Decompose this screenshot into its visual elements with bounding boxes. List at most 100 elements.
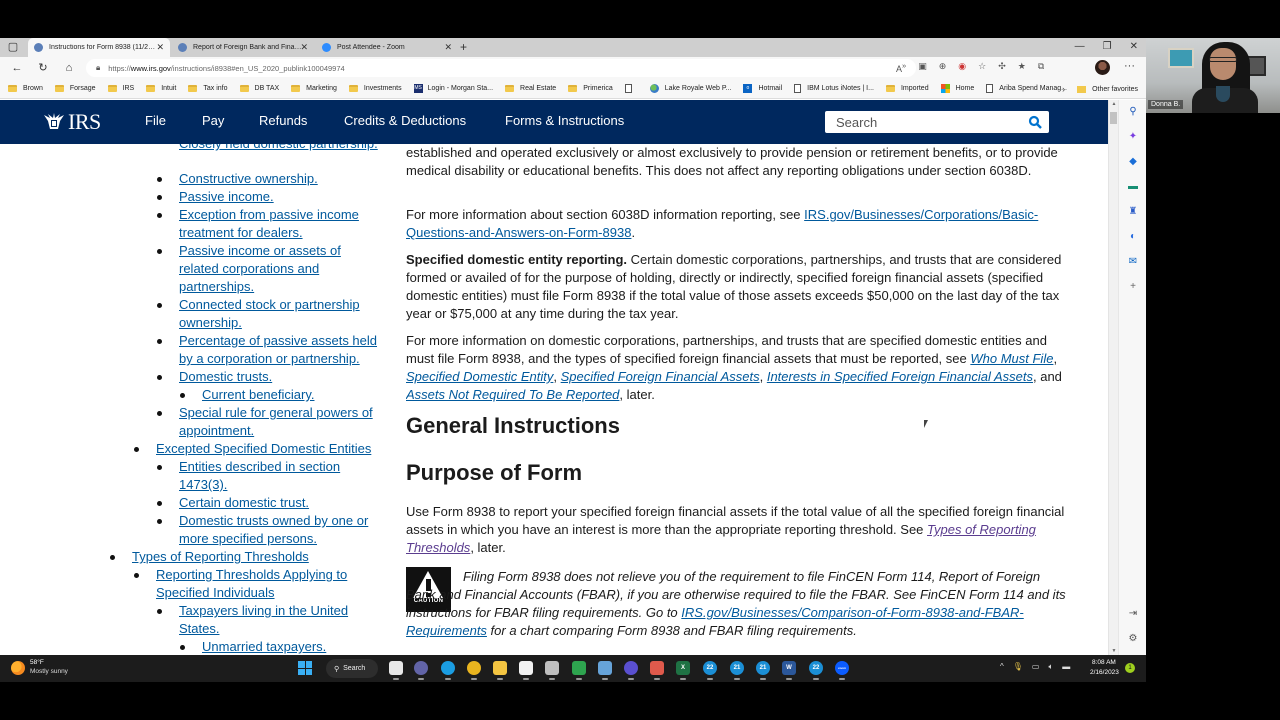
- read-aloud-icon[interactable]: A»: [896, 61, 906, 74]
- nav-forms-instructions[interactable]: Forms & Instructions: [505, 113, 624, 128]
- toc-link[interactable]: Taxpayers living in the United States.: [179, 602, 379, 638]
- bookmark-item[interactable]: Tax info: [188, 85, 228, 92]
- url-field[interactable]: 🔒︎ https://www.irs.gov/instructions/i893…: [86, 59, 916, 77]
- link-specified-foreign-financial-assets[interactable]: Specified Foreign Financial Assets: [561, 369, 760, 384]
- minimize-icon[interactable]: —: [1075, 41, 1085, 52]
- close-tab-icon[interactable]: ✕: [156, 42, 164, 53]
- irs-search-input[interactable]: Search: [825, 111, 1049, 133]
- bookmark-item[interactable]: Intuit: [146, 85, 176, 92]
- restore-icon[interactable]: ❐: [1103, 41, 1112, 52]
- taskbar-app-21-b-icon[interactable]: 21: [756, 661, 770, 680]
- nav-refunds[interactable]: Refunds: [259, 113, 307, 128]
- toc-link[interactable]: Types of Reporting Thresholds: [132, 548, 372, 566]
- taskbar-zoom-icon[interactable]: zoom: [835, 661, 849, 680]
- taskbar-green-app-icon[interactable]: [572, 661, 586, 680]
- home-icon[interactable]: ⌂: [62, 61, 76, 75]
- shopping-tag-icon[interactable]: ◆: [1127, 156, 1139, 168]
- bookmark-item[interactable]: Imported: [885, 85, 929, 92]
- add-sidebar-app-icon[interactable]: +: [1127, 281, 1139, 293]
- bookmark-item[interactable]: Investments: [348, 85, 402, 92]
- office-icon[interactable]: ◐: [1127, 231, 1139, 243]
- bookmark-item[interactable]: [624, 84, 638, 93]
- battery-icon[interactable]: ▬: [1062, 662, 1070, 672]
- bookmark-item[interactable]: MS Login - Morgan Sta...: [413, 84, 493, 93]
- page-scrollbar[interactable]: ▲ ▼: [1108, 100, 1118, 655]
- scrollbar-thumb[interactable]: [1110, 112, 1117, 124]
- tracking-prevention-icon[interactable]: ◉: [958, 61, 966, 74]
- toc-link[interactable]: Entities described in section 1473(3).: [179, 458, 379, 494]
- add-favorite-icon[interactable]: ☆: [978, 61, 986, 74]
- toc-link[interactable]: Current beneficiary.: [202, 386, 382, 404]
- taskbar-edge-icon[interactable]: [441, 661, 455, 680]
- scroll-down-icon[interactable]: ▼: [1110, 648, 1118, 654]
- zoom-icon[interactable]: ⊕: [939, 61, 947, 74]
- bookmark-item[interactable]: o Hotmail: [743, 84, 782, 93]
- bookmark-item[interactable]: DB TAX: [239, 85, 279, 92]
- taskbar-app-21-a-icon[interactable]: 21: [730, 661, 744, 680]
- link-specified-domestic-entity[interactable]: Specified Domestic Entity: [406, 369, 553, 384]
- taskbar-file-explorer-icon[interactable]: [493, 661, 507, 680]
- collections-icon[interactable]: ⧉: [1038, 61, 1044, 74]
- toc-link[interactable]: Passive income or assets of related corp…: [179, 242, 379, 296]
- close-window-icon[interactable]: ✕: [1130, 41, 1138, 52]
- tab-zoom[interactable]: Post Attendee - Zoom ✕: [316, 38, 458, 57]
- toc-link[interactable]: Constructive ownership.: [179, 170, 379, 188]
- irs-logo[interactable]: IRS: [42, 109, 101, 135]
- clock-time[interactable]: 8:08 AM: [1092, 659, 1116, 666]
- sidebar-search-icon[interactable]: ⚲: [1127, 106, 1139, 118]
- taskbar-search[interactable]: ⚲ Search: [326, 659, 378, 678]
- link-who-must-file[interactable]: Who Must File: [970, 351, 1053, 366]
- nav-pay[interactable]: Pay: [202, 113, 224, 128]
- taskbar-task-view-icon[interactable]: [389, 661, 403, 680]
- other-favorites[interactable]: › Other favorites: [1062, 79, 1138, 99]
- taskbar-scanner-app-icon[interactable]: [598, 661, 612, 680]
- outlook-icon[interactable]: ✉: [1127, 256, 1139, 268]
- taskbar-printer-app-icon[interactable]: [545, 661, 559, 680]
- copilot-sparkle-icon[interactable]: ✦: [1127, 131, 1139, 143]
- back-icon[interactable]: ←: [10, 61, 24, 75]
- notification-badge[interactable]: 1: [1125, 663, 1135, 673]
- toc-link[interactable]: Certain domestic trust.: [179, 494, 379, 512]
- lock-icon[interactable]: 🔒︎: [96, 63, 100, 73]
- nav-file[interactable]: File: [145, 113, 166, 128]
- taskbar-app-22-b-icon[interactable]: 22: [809, 661, 823, 680]
- nav-credits-deductions[interactable]: Credits & Deductions: [344, 113, 466, 128]
- search-icon[interactable]: [1028, 115, 1042, 129]
- toc-link[interactable]: Percentage of passive assets held by a c…: [179, 332, 379, 368]
- immersive-reader-icon[interactable]: ▣: [918, 61, 927, 74]
- toc-link[interactable]: Excepted Specified Domestic Entities: [156, 440, 376, 458]
- bookmark-item[interactable]: Forsage: [54, 85, 96, 92]
- tab-actions-icon[interactable]: ▢: [6, 41, 20, 54]
- toc-link[interactable]: Domestic trusts owned by one or more spe…: [179, 512, 379, 548]
- show-hidden-icons-icon[interactable]: ^: [1000, 662, 1004, 672]
- taskbar-snipping-tool-icon[interactable]: [650, 661, 664, 680]
- extensions-icon[interactable]: ✣: [998, 61, 1006, 74]
- taskbar-clipchamp-icon[interactable]: [624, 661, 638, 680]
- profile-avatar[interactable]: [1095, 60, 1110, 75]
- chevron-right-icon[interactable]: ›: [1062, 84, 1065, 94]
- toc-link[interactable]: Special rule for general powers of appoi…: [179, 404, 379, 440]
- scroll-up-icon[interactable]: ▲: [1110, 101, 1118, 107]
- weather-description[interactable]: Mostly sunny: [30, 668, 68, 675]
- toc-link[interactable]: Passive income.: [179, 188, 379, 206]
- windows-start-icon[interactable]: [298, 661, 312, 675]
- network-icon[interactable]: ▭: [1032, 662, 1040, 672]
- bookmark-item[interactable]: Lake Royale Web P...: [649, 84, 731, 93]
- favorites-icon[interactable]: ★: [1018, 61, 1026, 74]
- taskbar-word-icon[interactable]: W: [782, 661, 796, 680]
- tools-briefcase-icon[interactable]: ▬: [1127, 181, 1139, 193]
- toc-link[interactable]: Connected stock or partnership ownership…: [179, 296, 379, 332]
- bookmark-item[interactable]: Home: [940, 84, 974, 93]
- toc-link[interactable]: Domestic trusts.: [179, 368, 379, 386]
- bookmark-item[interactable]: Brown: [8, 85, 43, 92]
- more-options-icon[interactable]: ···: [1124, 60, 1135, 72]
- link-assets-not-required[interactable]: Assets Not Required To Be Reported: [406, 387, 619, 402]
- taskbar-app-22-a-icon[interactable]: 22: [703, 661, 717, 680]
- taskbar-microsoft-store-icon[interactable]: [519, 661, 533, 680]
- toc-link[interactable]: Closely held domestic partnership.: [179, 144, 379, 153]
- weather-temperature[interactable]: 58°F: [30, 659, 44, 666]
- link-interests-in-sffa[interactable]: Interests in Specified Foreign Financial…: [767, 369, 1033, 384]
- hide-sidebar-icon[interactable]: ⇥: [1127, 608, 1139, 620]
- close-tab-icon[interactable]: ✕: [300, 42, 308, 53]
- taskbar-chrome-icon[interactable]: [467, 661, 481, 680]
